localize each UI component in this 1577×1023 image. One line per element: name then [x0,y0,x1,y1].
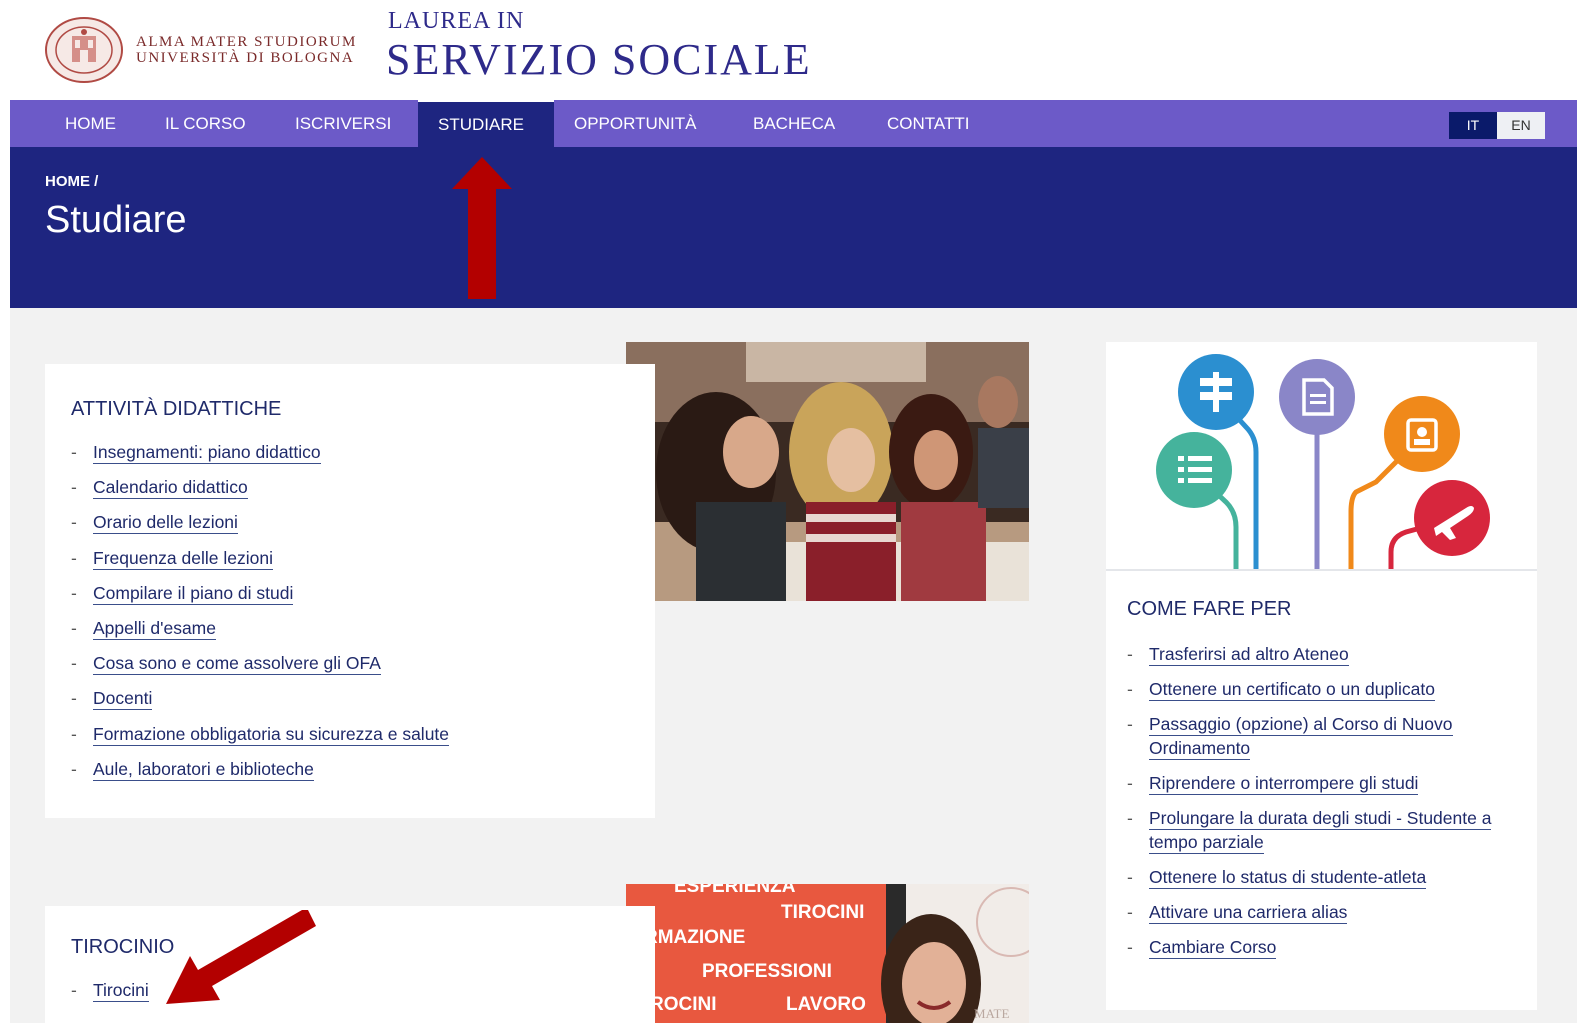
page: ALMA MATER STUDIORUM UNIVERSITÀ DI BOLOG… [0,0,1577,1023]
photo-word: ESPERIENZA [674,884,796,897]
link-trasferirsi[interactable]: Trasferirsi ad altro Ateneo [1149,644,1349,666]
list-item: - Trasferirsi ad altro Ateneo [1127,644,1349,666]
list-item: - Docenti [71,688,153,711]
tirocinio-card: TIROCINIO - Tirocini [45,906,655,1023]
site-header: ALMA MATER STUDIORUM UNIVERSITÀ DI BOLOG… [0,0,1577,100]
attivita-didattiche-title: ATTIVITÀ DIDATTICHE [71,398,282,420]
list-item: - Appelli d'esame [71,617,216,640]
course-name[interactable]: SERVIZIO SOCIALE [386,34,812,85]
link-certificato[interactable]: Ottenere un certificato o un duplicato [1149,679,1436,701]
nav-item-iscriversi[interactable]: ISCRIVERSI [275,100,411,147]
attivita-didattiche-links: - Insegnamenti: piano didattico - Calendar… [71,442,631,794]
list-item: - Cosa sono e come assolvere gli OFA [71,653,381,676]
photo-word: MATE [974,1006,1010,1021]
main-nav: HOME IL CORSO ISCRIVERSI STUDIARE OPPORT… [10,100,1577,147]
attivita-didattiche-card: ATTIVITÀ DIDATTICHE - Insegnamenti: piano… [45,364,655,818]
link-ofa[interactable]: Cosa sono e come assolvere gli OFA [93,653,381,676]
photo-word: RMAZIONE [644,927,746,948]
link-aule[interactable]: Aule, laboratori e biblioteche [93,758,314,781]
lang-it-button[interactable]: IT [1449,112,1497,139]
list-item: - Formazione obbligatoria su sicurezza e … [71,723,450,746]
list-item: - Insegnamenti: piano didattico [71,442,321,464]
come-fare-illustration [1106,342,1537,571]
list-item: - Riprendere o interrompere gli studi [1127,773,1419,795]
photo-word: ROCINI [650,994,717,1015]
link-calendario[interactable]: Calendario didattico [93,477,248,500]
page-title: Studiare [45,199,187,241]
link-carriera-alias[interactable]: Attivare una carriera alias [1149,902,1348,924]
list-item: - Frequenza delle lezioni [71,547,273,570]
nav-item-opportunita[interactable]: OPPORTUNITÀ [554,100,716,147]
list-item: - Orario delle lezioni [71,512,238,535]
up-arrow-annotation [452,157,512,299]
link-appelli[interactable]: Appelli d'esame [93,617,216,640]
come-fare-per-title: COME FARE PER [1127,598,1292,620]
tirocini-photo: ESPERIENZA TIROCINI RMAZIONE PROFESSIONI… [626,884,1029,1023]
course-prefix: LAUREA IN [388,8,525,34]
link-insegnamenti[interactable]: Insegnamenti: piano didattico [93,442,321,464]
link-passaggio-ordinamento[interactable]: Passaggio (opzione) al Corso di Nuovo Or… [1149,714,1453,760]
link-tempo-parziale[interactable]: Prolungare la durata degli studi - Stude… [1149,808,1492,854]
link-cambiare-corso[interactable]: Cambiare Corso [1149,937,1277,959]
photo-word: PROFESSIONI [702,961,832,982]
link-docenti[interactable]: Docenti [93,688,153,711]
photo-word: LAVORO [786,994,866,1015]
diagonal-arrow-annotation [166,910,316,1004]
list-item: - Calendario didattico [71,477,248,500]
page-hero: HOME / Studiare [10,147,1577,308]
link-tirocini[interactable]: Tirocini [93,980,149,1002]
nav-item-contatti[interactable]: CONTATTI [867,100,989,147]
list-item: - Ottenere lo status di studente-atleta [1127,867,1427,889]
link-formazione-sicurezza[interactable]: Formazione obbligatoria su sicurezza e s… [93,723,450,746]
photo-word: TIROCINI [781,902,865,923]
link-orario[interactable]: Orario delle lezioni [93,512,238,535]
tirocinio-links: - Tirocini [71,980,149,1002]
breadcrumb[interactable]: HOME / [45,173,98,190]
list-item: - Compilare il piano di studi [71,582,294,605]
link-studente-atleta[interactable]: Ottenere lo status di studente-atleta [1149,867,1427,889]
list-item: - Attivare una carriera alias [1127,902,1348,924]
nav-item-il-corso[interactable]: IL CORSO [145,100,266,147]
nav-item-home[interactable]: HOME [45,100,136,147]
come-fare-per-links: - Trasferirsi ad altro Ateneo - Ottenere u… [1127,642,1512,970]
university-line2: UNIVERSITÀ DI BOLOGNA [136,50,355,66]
lang-en-button[interactable]: EN [1497,112,1545,139]
list-item: - Tirocini [71,980,149,1002]
nav-item-studiare[interactable]: STUDIARE [418,100,554,147]
tirocinio-title: TIROCINIO [71,936,175,958]
link-piano-di-studi[interactable]: Compilare il piano di studi [93,582,294,605]
students-photo [626,342,1029,601]
university-name: ALMA MATER STUDIORUM UNIVERSITÀ DI BOLOG… [136,34,357,66]
link-riprendere-studi[interactable]: Riprendere o interrompere gli studi [1149,773,1419,795]
come-fare-illustration-art [1156,354,1490,569]
come-fare-per-card: COME FARE PER - Trasferirsi ad altro Aten… [1106,342,1537,1010]
university-seal-logo[interactable] [44,16,124,84]
list-item: - Passaggio (opzione) al Corso di Nuovo O… [1127,714,1453,760]
list-item: - Cambiare Corso [1127,937,1277,959]
list-item: - Prolungare la durata degli studi - Stud… [1127,808,1492,854]
list-item: - Ottenere un certificato o un duplicato [1127,679,1436,701]
university-line1: ALMA MATER STUDIORUM [136,34,357,50]
list-icon [1178,456,1212,483]
link-frequenza[interactable]: Frequenza delle lezioni [93,547,273,570]
list-item: - Aule, laboratori e biblioteche [71,758,314,781]
language-switcher: IT EN [1449,112,1545,139]
nav-item-bacheca[interactable]: BACHECA [733,100,855,147]
